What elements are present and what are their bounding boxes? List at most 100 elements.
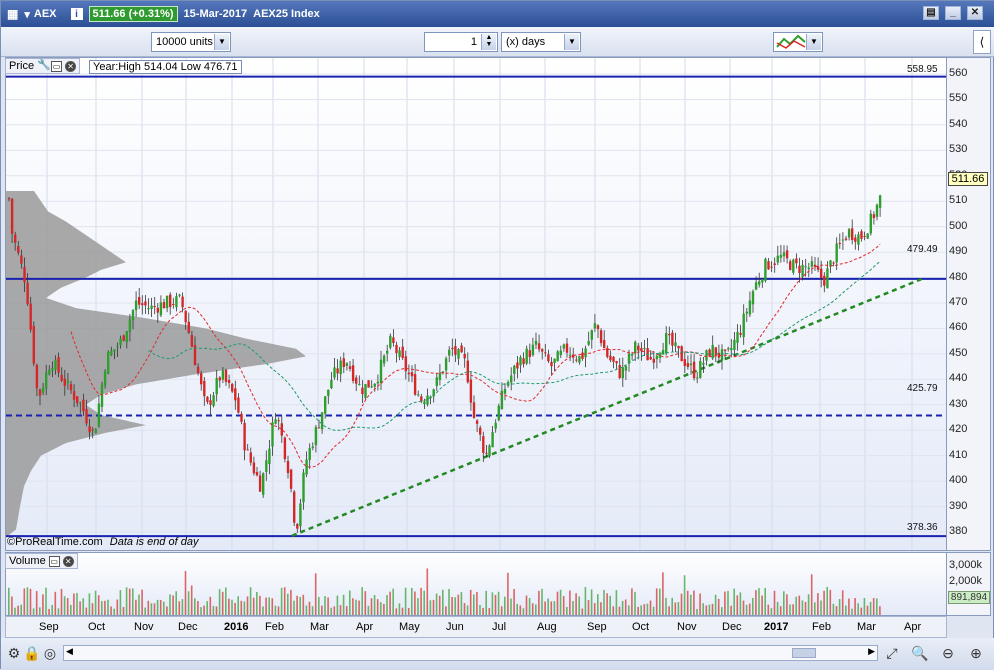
zoom-out-icon[interactable]: ⊖ bbox=[939, 644, 957, 662]
candle-body bbox=[289, 469, 293, 489]
x-axis[interactable]: Sep Oct Nov Dec 2016 Feb Mar Apr May Jun Jul Aug Sep… bbox=[5, 616, 947, 638]
volume-bar bbox=[380, 602, 382, 615]
candle-body bbox=[841, 239, 845, 241]
candle-body bbox=[596, 325, 600, 330]
volume-bar bbox=[150, 603, 153, 615]
minimize-button[interactable]: _ bbox=[945, 6, 961, 20]
volume-bar bbox=[507, 572, 509, 615]
maximize-icon[interactable]: ▭ bbox=[51, 60, 63, 72]
candle-body bbox=[159, 302, 163, 316]
volume-bar bbox=[801, 600, 804, 615]
candle-body bbox=[553, 358, 556, 363]
period-unit-select[interactable]: (x) days ▼ bbox=[501, 32, 581, 52]
candle-body bbox=[699, 361, 702, 378]
candle-body bbox=[575, 359, 578, 361]
scroll-right-arrow[interactable]: ▶ bbox=[868, 646, 875, 657]
candle-body bbox=[330, 379, 333, 389]
candle-body bbox=[522, 358, 525, 365]
volume-bar bbox=[194, 598, 196, 615]
volume-bar bbox=[417, 598, 419, 615]
maximize-icon[interactable]: ▭ bbox=[48, 555, 60, 567]
volume-bar bbox=[113, 608, 115, 615]
wrench-icon[interactable]: 🔧 bbox=[37, 59, 51, 72]
stepper-icon[interactable]: ▲ ▼ bbox=[481, 34, 496, 50]
volume-bar bbox=[26, 587, 29, 615]
volume-bar bbox=[590, 589, 593, 615]
candle-body bbox=[103, 371, 107, 386]
close-button[interactable]: ✕ bbox=[967, 6, 983, 20]
trend-line bbox=[291, 277, 923, 537]
period-value-input[interactable]: 1 ▲ ▼ bbox=[424, 32, 498, 52]
symbol-dropdown[interactable]: ▾ AEX bbox=[24, 8, 56, 21]
target-icon[interactable]: ◎ bbox=[41, 644, 59, 662]
volume-bar bbox=[144, 607, 146, 615]
close-icon[interactable]: ✕ bbox=[62, 555, 74, 567]
volume-bar bbox=[386, 595, 388, 615]
volume-bar bbox=[838, 599, 841, 615]
price-y-axis[interactable]: 5605505405305205105004904804704604504404… bbox=[947, 57, 991, 551]
candle-body bbox=[162, 302, 166, 309]
close-icon[interactable]: ✕ bbox=[65, 60, 77, 72]
volume-bar bbox=[159, 599, 162, 615]
candle-body bbox=[339, 360, 342, 375]
candle-body bbox=[485, 452, 488, 454]
volume-bar bbox=[810, 574, 813, 615]
scroll-thumb[interactable] bbox=[792, 648, 816, 658]
volume-bar bbox=[578, 596, 580, 615]
y-tick-label: 380 bbox=[949, 525, 968, 537]
candle-body bbox=[51, 368, 54, 371]
candle-body bbox=[782, 252, 786, 257]
volume-bar bbox=[135, 599, 137, 615]
chart-style-button[interactable]: ▼ bbox=[773, 32, 823, 52]
candle-body bbox=[196, 366, 200, 374]
chart-scrollbar[interactable]: ◀ ▶ bbox=[63, 645, 878, 661]
side-panel-toggle[interactable]: ⟨ bbox=[973, 30, 991, 54]
volume-bar bbox=[361, 587, 363, 615]
volume-bar bbox=[869, 601, 872, 615]
scroll-left-arrow[interactable]: ◀ bbox=[66, 646, 73, 657]
menu-icon[interactable]: ▤ bbox=[923, 6, 939, 20]
volume-bar bbox=[271, 598, 274, 615]
lock-icon[interactable]: 🔒 bbox=[23, 644, 41, 662]
candle-body bbox=[113, 349, 116, 352]
volume-bar bbox=[32, 608, 35, 615]
units-select[interactable]: 10000 units ▼ bbox=[151, 32, 231, 52]
candle-body bbox=[847, 229, 851, 238]
zoom-fit-icon[interactable]: 🔍 bbox=[911, 644, 929, 662]
volume-bar bbox=[305, 605, 308, 615]
auto-scale-icon[interactable]: ⤢ bbox=[883, 644, 901, 662]
volume-bar bbox=[708, 604, 711, 615]
candle-body bbox=[773, 263, 776, 265]
volume-chart[interactable] bbox=[5, 552, 947, 616]
volume-bar bbox=[39, 607, 41, 615]
volume-bar bbox=[274, 605, 277, 615]
volume-bar bbox=[469, 589, 472, 615]
candle-body bbox=[45, 372, 48, 389]
volume-y-axis[interactable]: 3,000k 2,000k bbox=[947, 552, 991, 616]
zoom-in-icon[interactable]: ⊕ bbox=[967, 644, 985, 662]
candle-body bbox=[634, 341, 637, 354]
price-plot bbox=[6, 58, 946, 550]
volume-bar bbox=[228, 598, 230, 615]
volume-bar bbox=[311, 606, 314, 615]
candle-body bbox=[364, 384, 367, 398]
volume-bar bbox=[280, 587, 283, 615]
info-icon[interactable]: i bbox=[70, 8, 83, 20]
volume-bar bbox=[680, 593, 683, 615]
candle-body bbox=[863, 235, 866, 237]
candle-body bbox=[79, 402, 82, 404]
volume-bar bbox=[752, 597, 754, 615]
volume-bar bbox=[221, 591, 224, 615]
candle-body bbox=[435, 377, 438, 386]
y-tick-label: 430 bbox=[949, 397, 968, 410]
settings-icon[interactable]: ⚙ bbox=[5, 644, 23, 662]
candle-body bbox=[29, 303, 32, 330]
candle-body bbox=[131, 310, 135, 321]
volume-bar bbox=[178, 601, 181, 615]
price-chart[interactable] bbox=[5, 57, 947, 551]
volume-bar bbox=[671, 597, 673, 615]
chevron-down-icon: ▼ bbox=[214, 34, 229, 50]
candle-body bbox=[20, 255, 23, 264]
candle-body bbox=[224, 369, 228, 382]
volume-bar bbox=[832, 603, 835, 615]
